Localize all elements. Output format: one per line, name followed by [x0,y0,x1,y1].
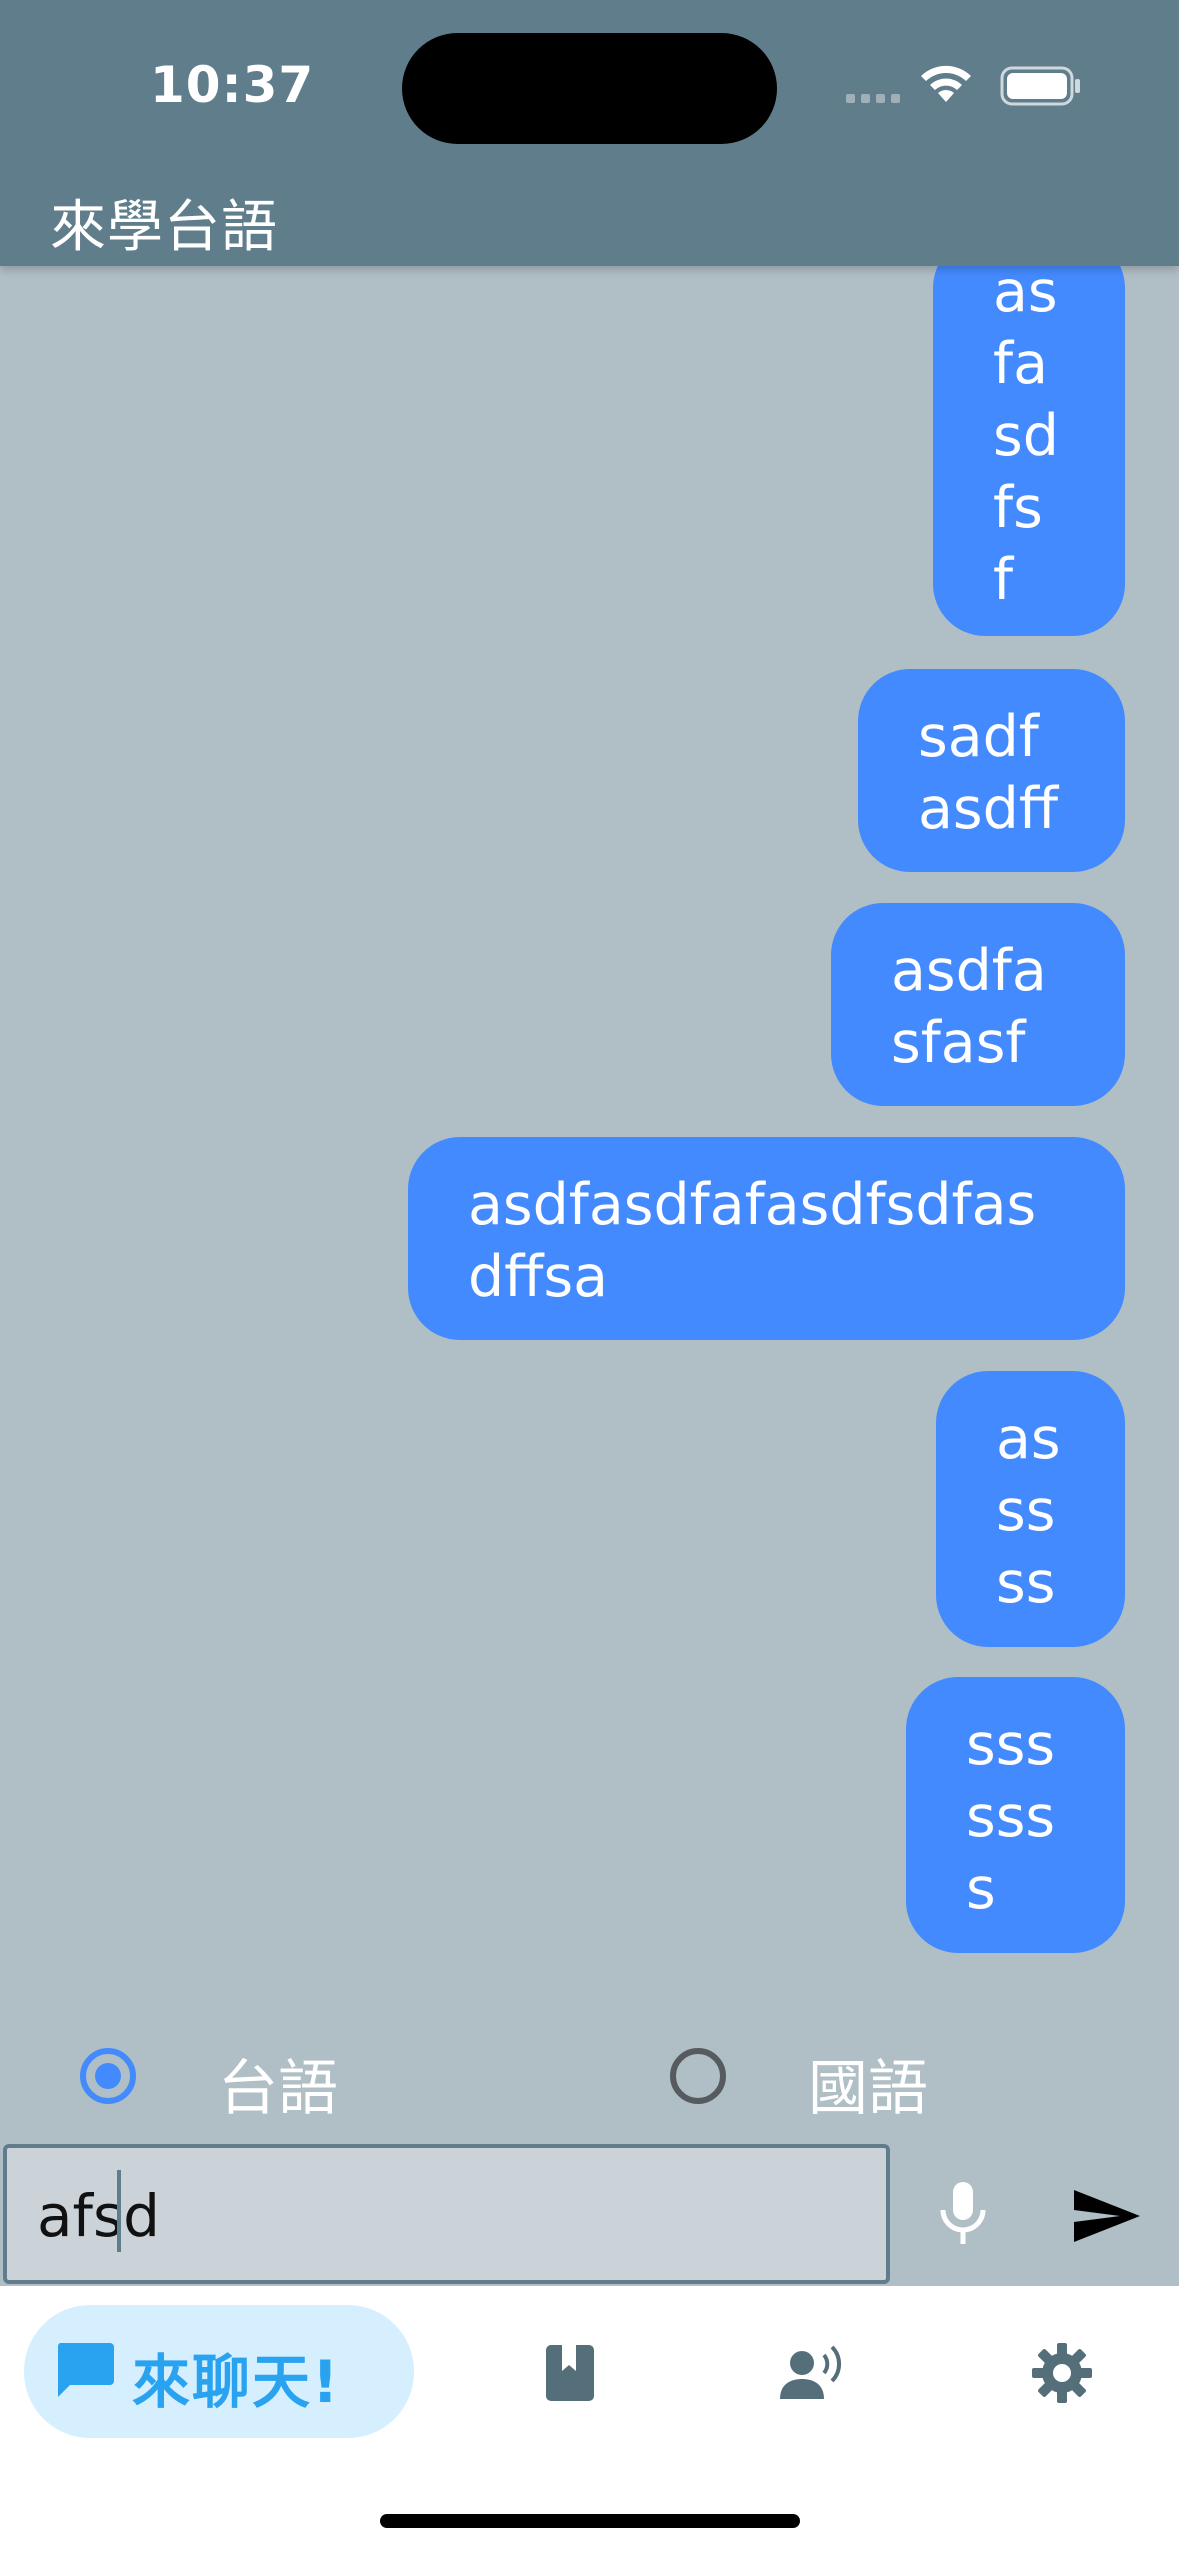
wifi-icon [921,65,971,102]
text-caret [117,2170,121,2252]
message-input[interactable]: afsd [3,2144,890,2284]
book-icon[interactable] [538,2341,602,2405]
message-input-value[interactable]: afsd [37,2182,160,2250]
app-header: 10:37 來學台語 [0,0,1179,266]
cellular-signal-icon [846,94,906,104]
voice-person-icon[interactable] [780,2341,844,2405]
message-bubble[interactable]: sadf asdff [858,669,1125,872]
microphone-icon[interactable] [935,2180,991,2248]
radio-taiwanese[interactable] [80,2048,136,2104]
message-bubble[interactable]: as fa sd fs f [933,266,1125,636]
radio-label-taiwanese[interactable]: 台語 [218,2040,338,2127]
message-bubble[interactable]: asdfasdfafasdfsdfas dffsa [408,1137,1125,1340]
gear-icon[interactable] [1030,2341,1094,2405]
message-bubble[interactable]: as ss ss [936,1371,1125,1647]
radio-mandarin[interactable] [670,2048,726,2104]
dynamic-island [402,33,777,144]
page-title: 來學台語 [50,195,278,260]
message-bubble[interactable]: asdfa sfasf [831,903,1125,1106]
battery-icon [1000,66,1080,106]
chat-bubble-icon [57,2343,114,2397]
chat-message-list[interactable]: as fa sd fs f sadf asdff asdfa sfasf asd… [0,266,1179,1966]
language-selector: 台語 國語 [0,2030,1179,2124]
radio-label-mandarin[interactable]: 國語 [808,2040,928,2127]
status-time: 10:37 [150,56,315,114]
message-bubble[interactable]: sss sss s [906,1677,1125,1953]
nav-item-chat-label: 來聊天! [132,2348,341,2416]
send-icon[interactable] [1072,2188,1142,2244]
nav-item-chat[interactable]: 來聊天! [24,2305,414,2438]
home-indicator[interactable] [380,2514,800,2528]
